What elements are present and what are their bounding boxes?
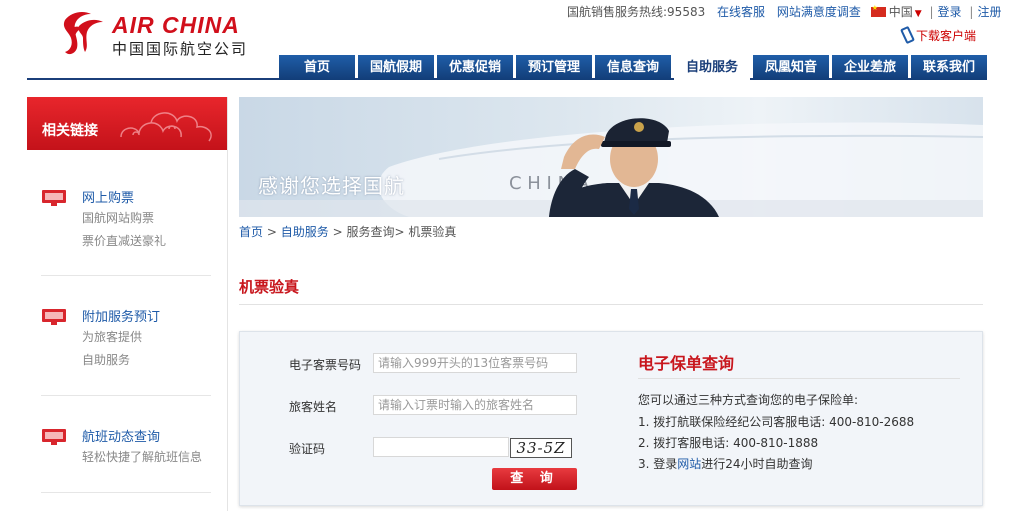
sidebar-item-ancillary-booking[interactable]: 附加服务预订 为旅客提供 自助服务	[41, 306, 211, 367]
pilot-photo-illustration: C H I N A	[239, 118, 983, 217]
nav-info-query[interactable]: 信息查询	[595, 55, 671, 80]
nav-self-service[interactable]: 自助服务	[674, 55, 750, 80]
phone-icon	[900, 25, 915, 45]
captcha-image[interactable]: 33-5Z	[510, 438, 572, 458]
download-label: 下载客户端	[916, 29, 977, 43]
sidebar-item-flight-status[interactable]: 航班动态查询 轻松快捷了解航班信息	[41, 426, 211, 466]
banner-text: 感谢您选择国航	[258, 174, 405, 198]
brand-name-cn: 中国国际航空公司	[112, 40, 249, 58]
nav-holidays[interactable]: 国航假期	[358, 55, 434, 80]
breadcrumb-home[interactable]: 首页	[239, 225, 263, 239]
insurance-title: 电子保单查询	[638, 354, 735, 373]
download-app-link[interactable]: 下载客户端	[900, 25, 977, 45]
insurance-divider	[638, 378, 960, 379]
nav-contact-us[interactable]: 联系我们	[911, 55, 987, 80]
nav-home[interactable]: 首页	[279, 55, 355, 80]
online-service-link[interactable]: 在线客服	[717, 5, 765, 19]
hotline-text: 国航销售服务热线:95583	[567, 5, 706, 19]
main-nav: 首页 国航假期 优惠促销 预订管理 信息查询 自助服务 凤凰知音 企业差旅 联系…	[279, 55, 987, 80]
survey-link[interactable]: 网站满意度调查	[777, 5, 861, 19]
top-links: 国航销售服务热线:95583 在线客服 网站满意度调查 中国▼ |登录 |注册	[567, 3, 1001, 20]
breadcrumb-separator: >	[266, 225, 277, 239]
title-divider	[239, 304, 983, 305]
insurance-method-2: 2. 拨打客服电话: 400-810-1888	[638, 436, 819, 450]
breadcrumb: 首页 > 自助服务 > 服务查询> 机票验真	[239, 223, 456, 240]
brand-name-en: AIR CHINA	[112, 12, 240, 38]
sidebar-heading-text: 相关链接	[42, 123, 98, 139]
chevron-down-icon: ▼	[914, 9, 922, 19]
phoenix-logo-icon	[63, 12, 103, 55]
page-title: 机票验真	[239, 278, 300, 296]
sidebar-item-line: 自助服务	[82, 353, 131, 367]
insurance-method-1: 1. 拨打航联保险经纪公司客服电话: 400-810-2688	[638, 415, 915, 429]
sidebar-divider	[41, 492, 211, 493]
query-button[interactable]: 查 询	[492, 468, 577, 490]
language-selector[interactable]: 中国▼	[870, 4, 926, 19]
nav-promotions[interactable]: 优惠促销	[437, 55, 513, 80]
ticket-number-label: 电子客票号码	[289, 358, 362, 372]
captcha-label: 验证码	[289, 442, 326, 456]
nav-corporate-travel[interactable]: 企业差旅	[832, 55, 908, 80]
passenger-name-input[interactable]	[373, 395, 577, 415]
sidebar-item-line: 票价直减送豪礼	[82, 234, 167, 248]
sidebar-item-line: 轻松快捷了解航班信息	[82, 450, 203, 464]
insurance-intro: 您可以通过三种方式查询您的电子保险单:	[638, 393, 859, 407]
sidebar-item-online-booking[interactable]: 网上购票 国航网站购票 票价直减送豪礼	[41, 187, 211, 248]
china-flag-icon	[870, 4, 886, 17]
sidebar-item-line: 国航网站购票	[82, 211, 155, 225]
monitor-icon	[42, 309, 66, 325]
sidebar-item-title: 网上购票	[82, 191, 135, 206]
website-link[interactable]: 网站	[677, 457, 701, 471]
sidebar-item-line: 为旅客提供	[82, 330, 143, 344]
language-label: 中国	[888, 5, 913, 19]
monitor-icon	[42, 190, 66, 206]
insurance-method-3-suffix: 进行24小时自助查询	[701, 457, 813, 471]
breadcrumb-self-service[interactable]: 自助服务	[281, 225, 329, 239]
passenger-name-label: 旅客姓名	[289, 400, 338, 414]
insurance-method-3: 3. 登录网站进行24小时自助查询	[638, 455, 813, 472]
captcha-input[interactable]	[373, 437, 509, 457]
insurance-method-3-prefix: 3. 登录	[638, 457, 678, 471]
nav-booking-management[interactable]: 预订管理	[516, 55, 592, 80]
breadcrumb-separator: >	[332, 225, 343, 239]
login-link[interactable]: 登录	[938, 5, 962, 19]
sidebar-item-title: 附加服务预订	[82, 310, 161, 325]
hero-banner: C H I N A	[239, 97, 983, 217]
nav-phoenix-miles[interactable]: 凤凰知音	[753, 55, 829, 80]
sidebar-item-title: 航班动态查询	[82, 430, 161, 445]
sidebar-divider	[41, 275, 211, 276]
sidebar-heading: 相关链接	[27, 97, 227, 150]
ticket-number-input[interactable]	[373, 353, 577, 373]
register-link[interactable]: 注册	[977, 5, 1001, 19]
cloud-ornament-icon	[120, 112, 212, 142]
sidebar-divider	[41, 395, 211, 396]
monitor-icon	[42, 429, 66, 445]
breadcrumb-current: 服务查询> 机票验真	[346, 225, 457, 239]
